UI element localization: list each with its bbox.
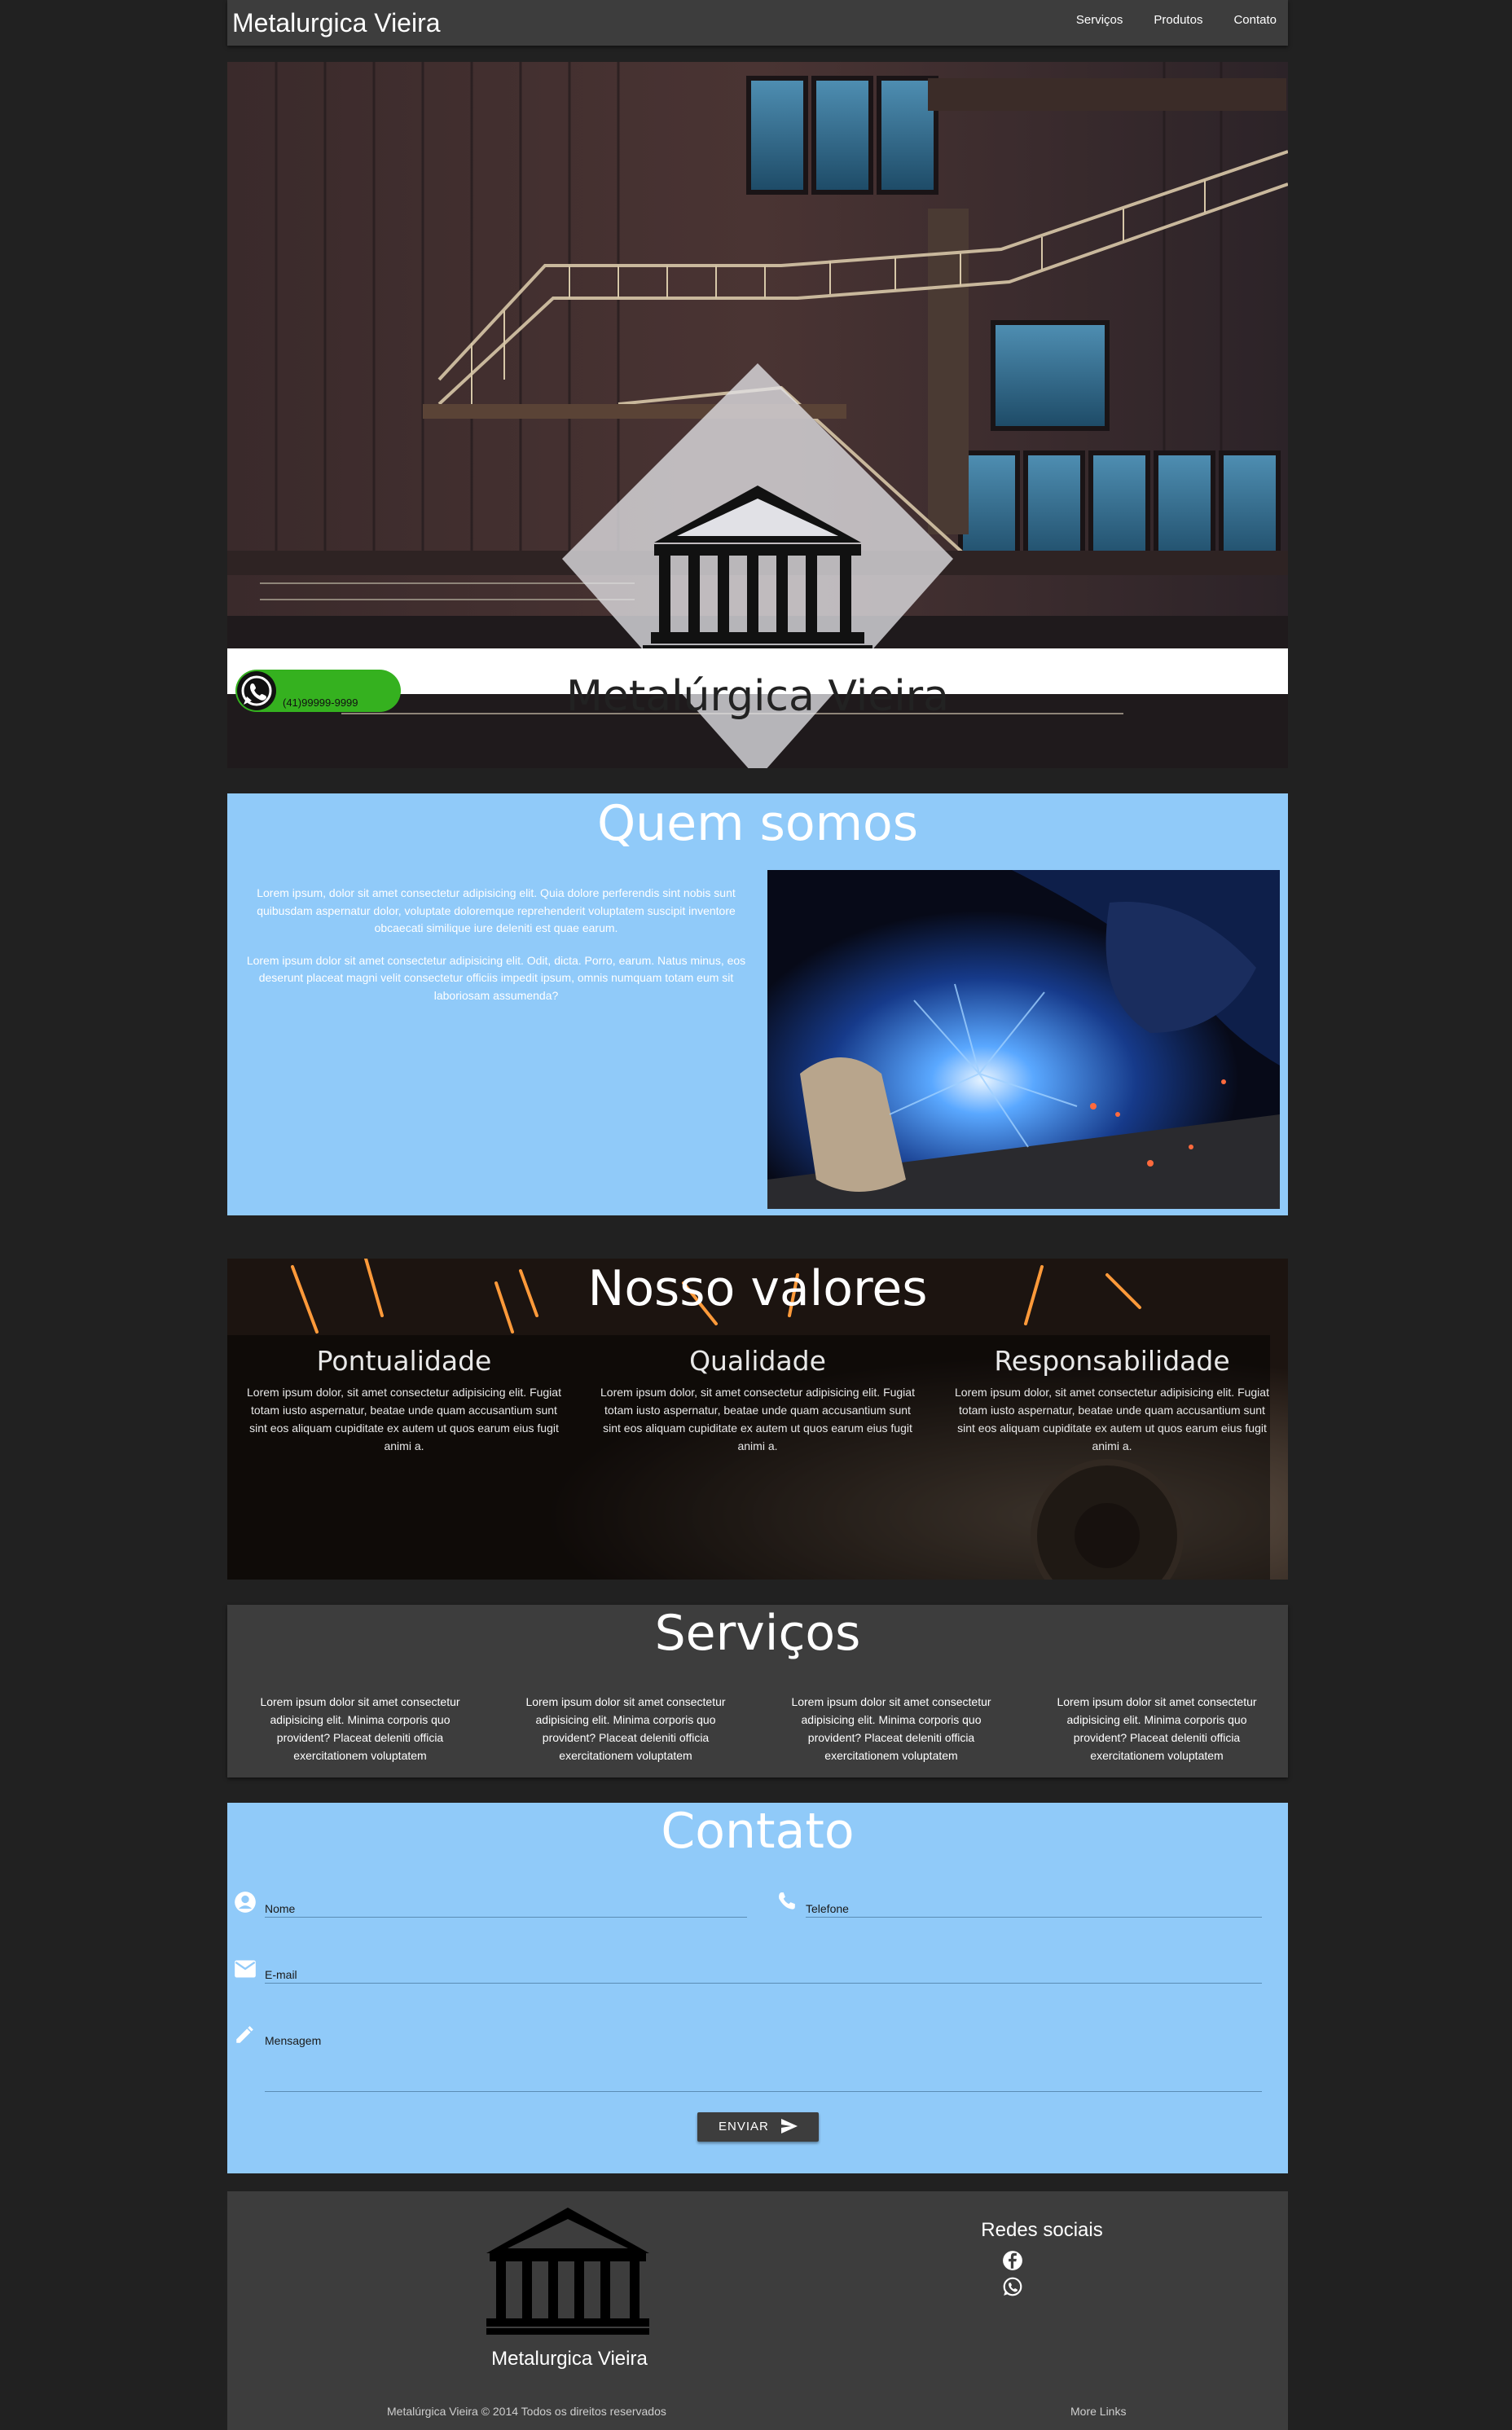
- value-title: Qualidade: [689, 1345, 826, 1377]
- name-field[interactable]: Nome: [265, 1884, 747, 1918]
- footer-brand: Metalurgica Vieira: [491, 2348, 648, 2370]
- account-circle-icon: [235, 1892, 256, 1913]
- values-section: Nosso valores Pontualidade Lorem ipsum d…: [227, 1259, 1288, 1580]
- message-field-label: Mensagem: [265, 2034, 322, 2047]
- services-title: Serviços: [654, 1605, 861, 1662]
- email-field[interactable]: E-mail: [265, 1950, 1262, 1984]
- value-text: Lorem ipsum dolor, sit amet consectetur …: [247, 1386, 561, 1452]
- value-title: Responsabilidade: [994, 1345, 1230, 1377]
- contact-section: Contato Nome Telefone E-mail Mensagem EN…: [227, 1803, 1288, 2173]
- navbar: Metalurgica Vieira Serviços Produtos Con…: [227, 0, 1288, 46]
- send-button-label: ENVIAR: [718, 2120, 769, 2133]
- value-item-pontualidade: Pontualidade Lorem ipsum dolor, sit amet…: [241, 1345, 567, 1455]
- nav-link-servicos[interactable]: Serviços: [1076, 13, 1123, 27]
- about-section: Quem somos Lorem ipsum, dolor sit amet c…: [227, 793, 1288, 1215]
- contact-title: Contato: [661, 1803, 855, 1860]
- whatsapp-button[interactable]: (41)99999-9999: [235, 670, 401, 712]
- hero-banner: Metalúrgica Vieira (41)99999-9999: [227, 62, 1288, 768]
- value-text: Lorem ipsum dolor, sit amet consectetur …: [955, 1386, 1269, 1452]
- welder-image: [767, 870, 1280, 1209]
- about-paragraph: Lorem ipsum, dolor sit amet consectetur …: [257, 886, 736, 934]
- whatsapp-icon: [237, 671, 276, 710]
- about-title: Quem somos: [596, 795, 919, 852]
- copyright-text: Metalúrgica Vieira © 2014 Todos os direi…: [387, 2405, 666, 2418]
- send-button[interactable]: ENVIAR: [697, 2112, 819, 2142]
- service-item: Lorem ipsum dolor sit amet consectetur a…: [1057, 1695, 1257, 1762]
- values-title: Nosso valores: [587, 1260, 928, 1317]
- more-links-link[interactable]: More Links: [1070, 2405, 1126, 2418]
- nav-links: Serviços Produtos Contato: [1076, 13, 1277, 27]
- services-section: Serviços Lorem ipsum dolor sit amet cons…: [227, 1605, 1288, 1777]
- facebook-icon[interactable]: [1002, 2250, 1023, 2271]
- value-text: Lorem ipsum dolor, sit amet consectetur …: [600, 1386, 915, 1452]
- name-field-label: Nome: [265, 1902, 296, 1915]
- brand-link[interactable]: Metalurgica Vieira: [232, 8, 441, 38]
- phone-field[interactable]: Telefone: [806, 1884, 1262, 1918]
- email-icon: [235, 1960, 256, 1978]
- service-item: Lorem ipsum dolor sit amet consectetur a…: [791, 1695, 991, 1762]
- send-icon: [781, 2119, 798, 2133]
- phone-icon: [779, 1892, 795, 1909]
- service-item: Lorem ipsum dolor sit amet consectetur a…: [260, 1695, 460, 1762]
- email-field-label: E-mail: [265, 1968, 297, 1981]
- value-item-qualidade: Qualidade Lorem ipsum dolor, sit amet co…: [595, 1345, 921, 1455]
- whatsapp-icon[interactable]: [1002, 2276, 1023, 2297]
- about-paragraph: Lorem ipsum dolor sit amet consectetur a…: [246, 953, 746, 1002]
- value-item-responsabilidade: Responsabilidade Lorem ipsum dolor, sit …: [949, 1345, 1275, 1455]
- phone-field-label: Telefone: [806, 1902, 849, 1915]
- building-logo-icon: [486, 2208, 649, 2335]
- whatsapp-number: (41)99999-9999: [283, 696, 358, 709]
- service-item: Lorem ipsum dolor sit amet consectetur a…: [525, 1695, 726, 1762]
- pencil-icon: [236, 2026, 253, 2043]
- nav-link-contato[interactable]: Contato: [1233, 13, 1277, 27]
- footer: Metalurgica Vieira Redes sociais Metalúr…: [227, 2191, 1288, 2430]
- message-field[interactable]: Mensagem: [265, 2016, 1262, 2092]
- nav-link-produtos[interactable]: Produtos: [1154, 13, 1202, 27]
- value-title: Pontualidade: [316, 1345, 492, 1377]
- social-title: Redes sociais: [981, 2219, 1103, 2241]
- about-text: Lorem ipsum, dolor sit amet consectetur …: [244, 885, 749, 1019]
